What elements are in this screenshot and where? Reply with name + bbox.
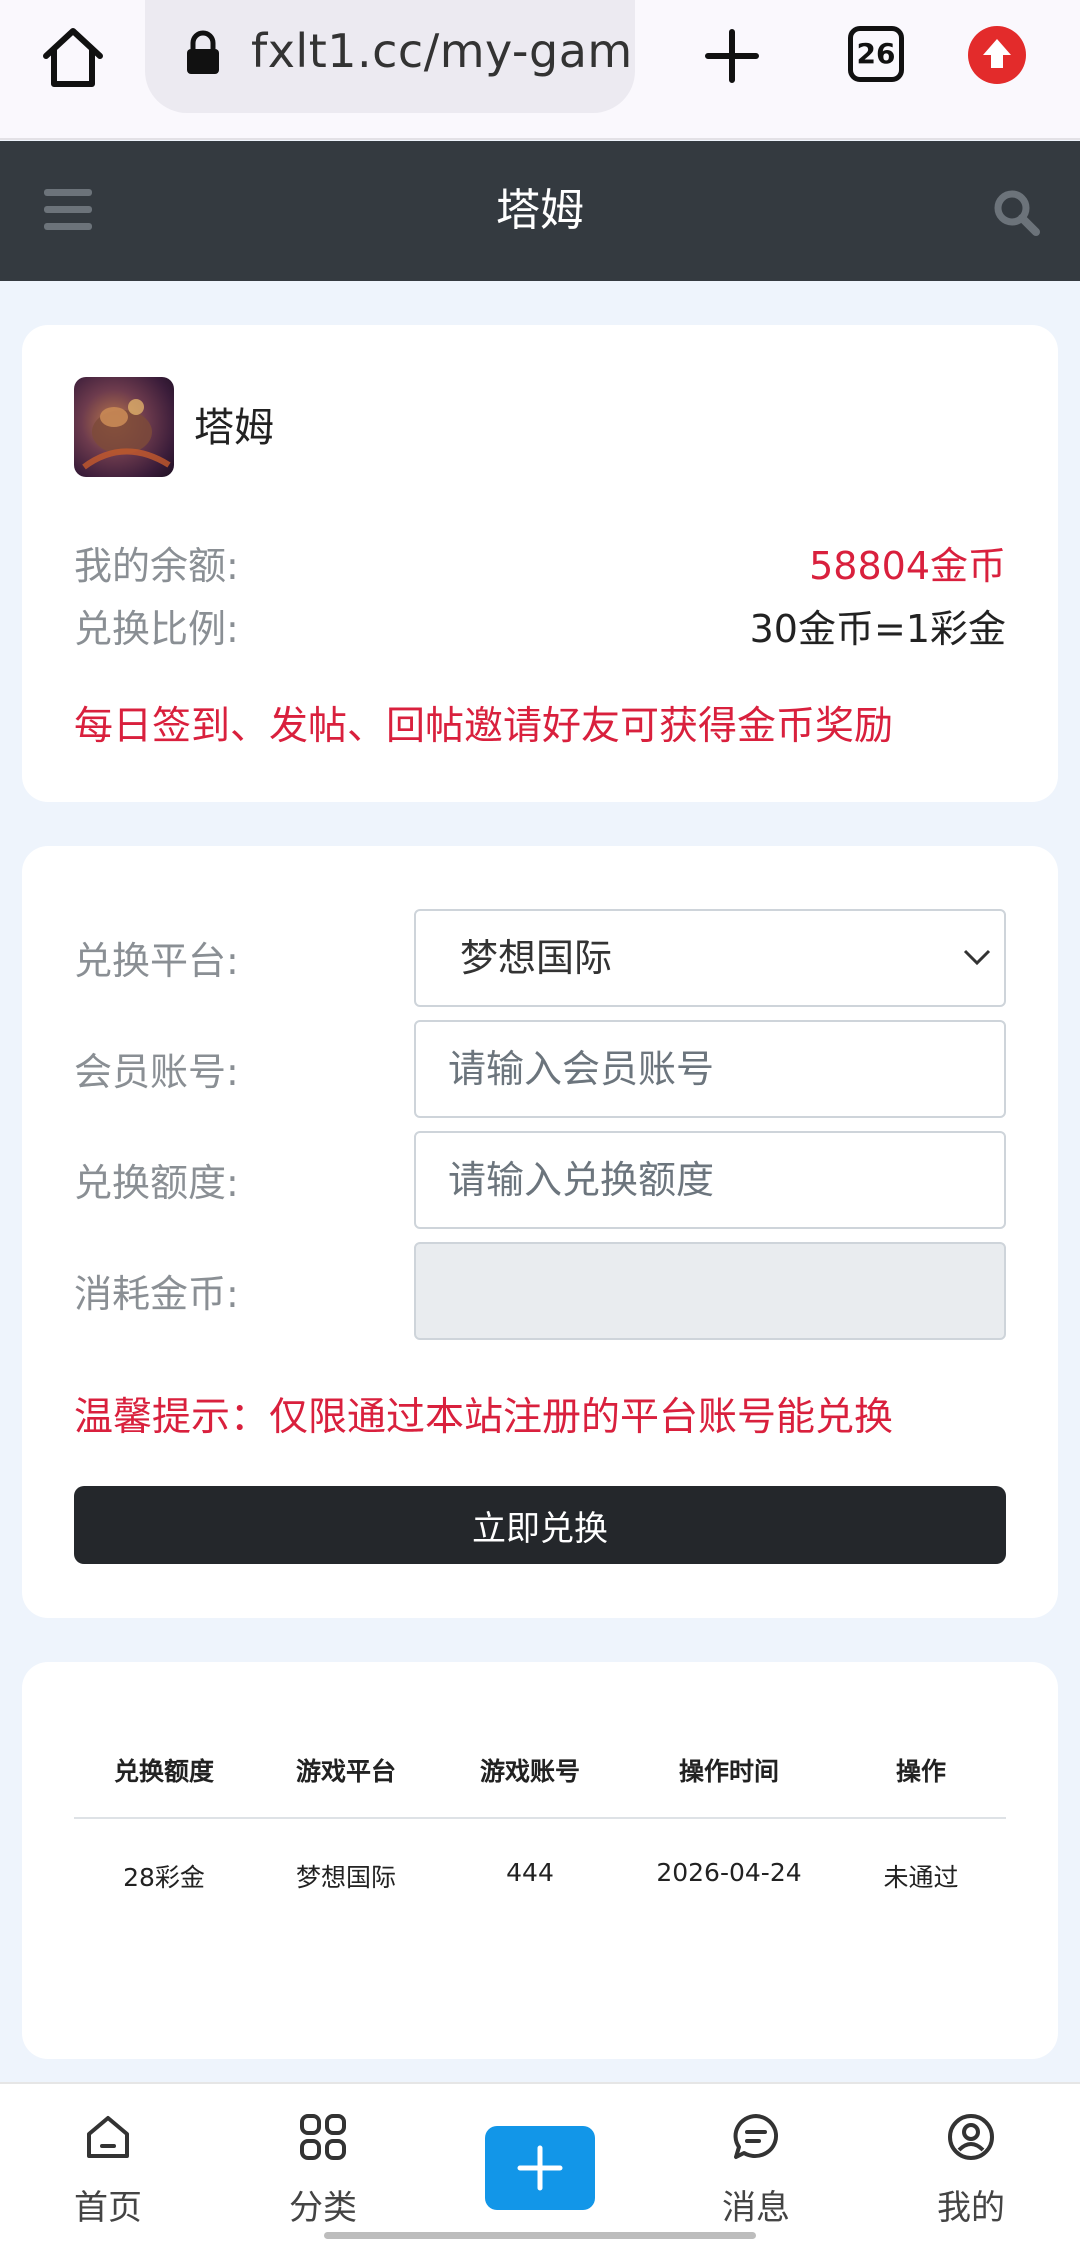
lock-icon <box>187 30 219 74</box>
column-header: 游戏平台 <box>295 1757 396 1786</box>
table-cell: 444 <box>506 1858 554 1887</box>
table-cell: 2026-04-24 <box>656 1858 802 1887</box>
records-table: 兑换额度 游戏平台 游戏账号 操作时间 操作 28彩金 梦想国际 444 202… <box>22 1662 1058 2059</box>
cost-field <box>414 1242 1006 1340</box>
promo-text: 每日签到、发帖、回帖邀请好友可获得金币奖励 <box>74 704 894 749</box>
page-title: 塔姆 <box>496 185 584 236</box>
amount-label: 兑换额度: <box>74 1161 239 1205</box>
account-label: 会员账号: <box>74 1050 239 1094</box>
update-icon[interactable] <box>968 26 1026 84</box>
cost-label: 消耗金币: <box>74 1272 239 1316</box>
grid-icon <box>300 2114 346 2160</box>
tip-text: 温馨提示：仅限通过本站注册的平台账号能兑换 <box>74 1395 894 1440</box>
browser-toolbar: fxlt1.cc/my-gam 26 <box>0 0 1080 140</box>
game-name: 塔姆 <box>194 405 274 451</box>
app-header: 塔姆 <box>0 141 1080 281</box>
home-icon <box>87 2116 129 2158</box>
nav-label: 我的 <box>937 2188 1005 2228</box>
nav-item-post[interactable] <box>485 2126 595 2210</box>
balance-label: 我的余额: <box>74 544 239 588</box>
column-header: 操作时间 <box>678 1757 779 1786</box>
home-indicator <box>324 2232 756 2239</box>
nav-item-category[interactable]: 分类 <box>243 2084 403 2244</box>
tab-switcher-button[interactable]: 26 <box>848 26 904 82</box>
status-badge: 未通过 <box>883 1863 959 1892</box>
nav-label: 首页 <box>74 2188 142 2228</box>
nav-item-messages[interactable]: 消息 <box>676 2084 836 2244</box>
chevron-down-icon <box>963 949 991 966</box>
new-tab-icon[interactable] <box>700 24 764 88</box>
platform-label: 兑换平台: <box>74 939 239 983</box>
table-cell: 梦想国际 <box>295 1863 396 1892</box>
search-icon[interactable] <box>992 188 1042 238</box>
plus-icon <box>517 2145 563 2191</box>
column-header: 操作 <box>895 1757 946 1786</box>
nav-label: 分类 <box>289 2188 357 2228</box>
ratio-label: 兑换比例: <box>74 607 239 651</box>
address-bar[interactable]: fxlt1.cc/my-gam <box>145 0 635 113</box>
bottom-nav: 首页 分类 消息 我的 <box>0 2082 1080 2244</box>
account-input[interactable] <box>414 1020 1006 1118</box>
nav-item-home[interactable]: 首页 <box>28 2084 188 2244</box>
balance-value: 58804金币 <box>809 544 1006 588</box>
column-header: 兑换额度 <box>113 1757 214 1786</box>
platform-select[interactable]: 梦想国际 <box>414 909 1006 1007</box>
exchange-submit-button[interactable]: 立即兑换 <box>74 1486 1006 1564</box>
platform-selected-value: 梦想国际 <box>460 936 613 980</box>
table-divider <box>74 1817 1006 1819</box>
exchange-form-card: 兑换平台: 梦想国际 会员账号: 兑换额度: 消耗金币: 温馨提示：仅限通过本站… <box>22 846 1058 1618</box>
user-icon <box>948 2114 994 2160</box>
message-icon <box>733 2114 779 2159</box>
column-header: 游戏账号 <box>479 1757 580 1786</box>
url-text: fxlt1.cc/my-gam <box>251 24 633 78</box>
nav-item-profile[interactable]: 我的 <box>891 2084 1051 2244</box>
home-icon[interactable] <box>38 22 108 92</box>
table-cell: 28彩金 <box>123 1863 205 1892</box>
menu-icon[interactable] <box>44 189 92 231</box>
nav-label: 消息 <box>722 2188 790 2228</box>
ratio-value: 30金币=1彩金 <box>749 607 1006 651</box>
balance-card: 塔姆 我的余额: 58804金币 兑换比例: 30金币=1彩金 每日签到、发帖、… <box>22 325 1058 802</box>
amount-input[interactable] <box>414 1131 1006 1229</box>
game-avatar <box>74 377 174 477</box>
